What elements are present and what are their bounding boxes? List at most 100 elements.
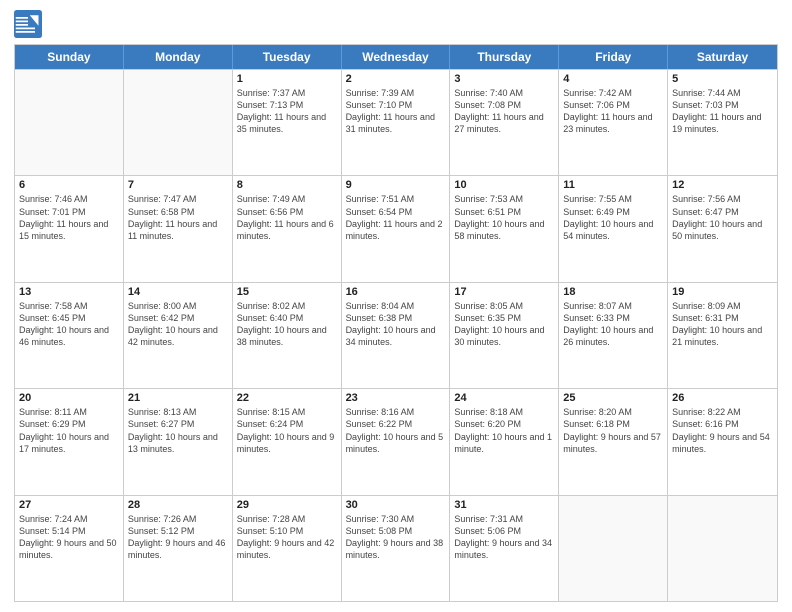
day-cell-6: 6 Sunrise: 7:46 AM Sunset: 7:01 PM Daylig… bbox=[15, 176, 124, 281]
day-cell-4: 4 Sunrise: 7:42 AM Sunset: 7:06 PM Daylig… bbox=[559, 70, 668, 175]
week-row-0: 1 Sunrise: 7:37 AM Sunset: 7:13 PM Daylig… bbox=[15, 69, 777, 175]
logo bbox=[14, 10, 46, 38]
day-cell-7: 7 Sunrise: 7:47 AM Sunset: 6:58 PM Daylig… bbox=[124, 176, 233, 281]
day-info: Sunrise: 7:26 AM Sunset: 5:12 PM Dayligh… bbox=[128, 513, 228, 562]
day-info: Sunrise: 8:16 AM Sunset: 6:22 PM Dayligh… bbox=[346, 406, 446, 455]
day-cell-13: 13 Sunrise: 7:58 AM Sunset: 6:45 PM Dayli… bbox=[15, 283, 124, 388]
day-info: Sunrise: 8:11 AM Sunset: 6:29 PM Dayligh… bbox=[19, 406, 119, 455]
day-number: 13 bbox=[19, 286, 119, 298]
day-info: Sunrise: 7:40 AM Sunset: 7:08 PM Dayligh… bbox=[454, 87, 554, 136]
day-number: 7 bbox=[128, 179, 228, 191]
day-cell-26: 26 Sunrise: 8:22 AM Sunset: 6:16 PM Dayli… bbox=[668, 389, 777, 494]
day-info: Sunrise: 7:30 AM Sunset: 5:08 PM Dayligh… bbox=[346, 513, 446, 562]
day-cell-15: 15 Sunrise: 8:02 AM Sunset: 6:40 PM Dayli… bbox=[233, 283, 342, 388]
day-number: 16 bbox=[346, 286, 446, 298]
day-cell-29: 29 Sunrise: 7:28 AM Sunset: 5:10 PM Dayli… bbox=[233, 496, 342, 601]
day-info: Sunrise: 7:56 AM Sunset: 6:47 PM Dayligh… bbox=[672, 193, 773, 242]
day-number: 8 bbox=[237, 179, 337, 191]
calendar-body: 1 Sunrise: 7:37 AM Sunset: 7:13 PM Daylig… bbox=[15, 69, 777, 601]
day-cell-1: 1 Sunrise: 7:37 AM Sunset: 7:13 PM Daylig… bbox=[233, 70, 342, 175]
day-info: Sunrise: 8:00 AM Sunset: 6:42 PM Dayligh… bbox=[128, 300, 228, 349]
day-info: Sunrise: 8:07 AM Sunset: 6:33 PM Dayligh… bbox=[563, 300, 663, 349]
calendar-header: SundayMondayTuesdayWednesdayThursdayFrid… bbox=[15, 45, 777, 69]
header-day-saturday: Saturday bbox=[668, 45, 777, 69]
day-info: Sunrise: 7:37 AM Sunset: 7:13 PM Dayligh… bbox=[237, 87, 337, 136]
day-cell-20: 20 Sunrise: 8:11 AM Sunset: 6:29 PM Dayli… bbox=[15, 389, 124, 494]
day-cell-23: 23 Sunrise: 8:16 AM Sunset: 6:22 PM Dayli… bbox=[342, 389, 451, 494]
day-cell-16: 16Sunrise: 8:04 AM Sunset: 6:38 PM Dayli… bbox=[342, 283, 451, 388]
empty-cell bbox=[15, 70, 124, 175]
day-cell-21: 21Sunrise: 8:13 AM Sunset: 6:27 PM Dayli… bbox=[124, 389, 233, 494]
day-cell-30: 30 Sunrise: 7:30 AM Sunset: 5:08 PM Dayli… bbox=[342, 496, 451, 601]
day-number: 22 bbox=[237, 392, 337, 404]
day-cell-12: 12 Sunrise: 7:56 AM Sunset: 6:47 PM Dayli… bbox=[668, 176, 777, 281]
day-number: 29 bbox=[237, 499, 337, 511]
day-info: Sunrise: 8:22 AM Sunset: 6:16 PM Dayligh… bbox=[672, 406, 773, 455]
day-info: Sunrise: 8:05 AM Sunset: 6:35 PM Dayligh… bbox=[454, 300, 554, 349]
day-number: 11 bbox=[563, 179, 663, 191]
empty-cell bbox=[668, 496, 777, 601]
day-number: 27 bbox=[19, 499, 119, 511]
day-number: 17 bbox=[454, 286, 554, 298]
day-info: Sunrise: 7:24 AM Sunset: 5:14 PM Dayligh… bbox=[19, 513, 119, 562]
calendar: SundayMondayTuesdayWednesdayThursdayFrid… bbox=[14, 44, 778, 602]
day-cell-11: 11 Sunrise: 7:55 AM Sunset: 6:49 PM Dayli… bbox=[559, 176, 668, 281]
day-number: 3 bbox=[454, 73, 554, 85]
day-cell-10: 10 Sunrise: 7:53 AM Sunset: 6:51 PM Dayli… bbox=[450, 176, 559, 281]
day-number: 26 bbox=[672, 392, 773, 404]
day-info: Sunrise: 7:58 AM Sunset: 6:45 PM Dayligh… bbox=[19, 300, 119, 349]
day-number: 10 bbox=[454, 179, 554, 191]
week-row-2: 13 Sunrise: 7:58 AM Sunset: 6:45 PM Dayli… bbox=[15, 282, 777, 388]
logo-icon bbox=[14, 10, 42, 38]
day-info: Sunrise: 7:53 AM Sunset: 6:51 PM Dayligh… bbox=[454, 193, 554, 242]
header-day-tuesday: Tuesday bbox=[233, 45, 342, 69]
header-day-wednesday: Wednesday bbox=[342, 45, 451, 69]
header-day-monday: Monday bbox=[124, 45, 233, 69]
day-number: 28 bbox=[128, 499, 228, 511]
day-cell-28: 28 Sunrise: 7:26 AM Sunset: 5:12 PM Dayli… bbox=[124, 496, 233, 601]
header-day-thursday: Thursday bbox=[450, 45, 559, 69]
day-cell-24: 24 Sunrise: 8:18 AM Sunset: 6:20 PM Dayli… bbox=[450, 389, 559, 494]
day-info: Sunrise: 7:47 AM Sunset: 6:58 PM Dayligh… bbox=[128, 193, 228, 242]
day-cell-22: 22 Sunrise: 8:15 AM Sunset: 6:24 PM Dayli… bbox=[233, 389, 342, 494]
day-number: 15 bbox=[237, 286, 337, 298]
day-info: Sunrise: 7:39 AM Sunset: 7:10 PM Dayligh… bbox=[346, 87, 446, 136]
day-number: 5 bbox=[672, 73, 773, 85]
day-info: Sunrise: 8:20 AM Sunset: 6:18 PM Dayligh… bbox=[563, 406, 663, 455]
day-number: 31 bbox=[454, 499, 554, 511]
header bbox=[14, 10, 778, 38]
day-number: 1 bbox=[237, 73, 337, 85]
week-row-4: 27 Sunrise: 7:24 AM Sunset: 5:14 PM Dayli… bbox=[15, 495, 777, 601]
empty-cell bbox=[559, 496, 668, 601]
day-cell-3: 3 Sunrise: 7:40 AM Sunset: 7:08 PM Daylig… bbox=[450, 70, 559, 175]
day-number: 23 bbox=[346, 392, 446, 404]
week-row-3: 20 Sunrise: 8:11 AM Sunset: 6:29 PM Dayli… bbox=[15, 388, 777, 494]
day-info: Sunrise: 7:49 AM Sunset: 6:56 PM Dayligh… bbox=[237, 193, 337, 242]
day-info: Sunrise: 7:51 AM Sunset: 6:54 PM Dayligh… bbox=[346, 193, 446, 242]
day-number: 24 bbox=[454, 392, 554, 404]
day-info: Sunrise: 7:46 AM Sunset: 7:01 PM Dayligh… bbox=[19, 193, 119, 242]
day-info: Sunrise: 7:55 AM Sunset: 6:49 PM Dayligh… bbox=[563, 193, 663, 242]
day-number: 19 bbox=[672, 286, 773, 298]
day-number: 30 bbox=[346, 499, 446, 511]
day-info: Sunrise: 8:18 AM Sunset: 6:20 PM Dayligh… bbox=[454, 406, 554, 455]
day-info: Sunrise: 7:28 AM Sunset: 5:10 PM Dayligh… bbox=[237, 513, 337, 562]
day-cell-8: 8 Sunrise: 7:49 AM Sunset: 6:56 PM Daylig… bbox=[233, 176, 342, 281]
day-info: Sunrise: 7:44 AM Sunset: 7:03 PM Dayligh… bbox=[672, 87, 773, 136]
day-number: 6 bbox=[19, 179, 119, 191]
day-cell-17: 17 Sunrise: 8:05 AM Sunset: 6:35 PM Dayli… bbox=[450, 283, 559, 388]
day-number: 4 bbox=[563, 73, 663, 85]
day-info: Sunrise: 8:15 AM Sunset: 6:24 PM Dayligh… bbox=[237, 406, 337, 455]
day-number: 9 bbox=[346, 179, 446, 191]
day-number: 12 bbox=[672, 179, 773, 191]
day-number: 14 bbox=[128, 286, 228, 298]
day-info: Sunrise: 7:42 AM Sunset: 7:06 PM Dayligh… bbox=[563, 87, 663, 136]
day-cell-27: 27 Sunrise: 7:24 AM Sunset: 5:14 PM Dayli… bbox=[15, 496, 124, 601]
page: SundayMondayTuesdayWednesdayThursdayFrid… bbox=[0, 0, 792, 612]
day-number: 20 bbox=[19, 392, 119, 404]
day-info: Sunrise: 8:02 AM Sunset: 6:40 PM Dayligh… bbox=[237, 300, 337, 349]
day-cell-18: 18Sunrise: 8:07 AM Sunset: 6:33 PM Dayli… bbox=[559, 283, 668, 388]
day-cell-31: 31Sunrise: 7:31 AM Sunset: 5:06 PM Dayli… bbox=[450, 496, 559, 601]
week-row-1: 6 Sunrise: 7:46 AM Sunset: 7:01 PM Daylig… bbox=[15, 175, 777, 281]
day-cell-19: 19Sunrise: 8:09 AM Sunset: 6:31 PM Dayli… bbox=[668, 283, 777, 388]
